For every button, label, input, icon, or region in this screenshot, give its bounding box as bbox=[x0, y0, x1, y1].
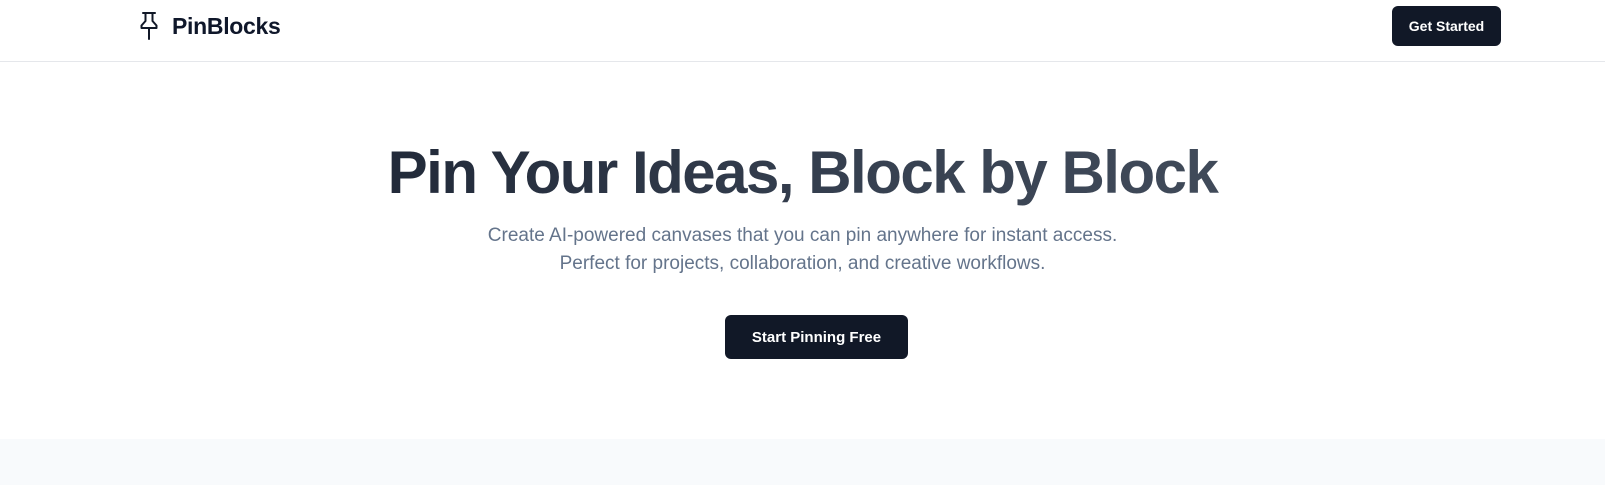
hero-subtitle-line-1: Create AI-powered canvases that you can … bbox=[487, 225, 1118, 246]
hero-subtitle-line-2: Perfect for projects, collaboration, and… bbox=[559, 253, 1046, 274]
get-started-button[interactable]: Get Started bbox=[1392, 6, 1501, 46]
hero-section: Pin Your Ideas, Block by Block Create AI… bbox=[0, 62, 1605, 439]
brand-logo[interactable]: PinBlocks bbox=[136, 10, 281, 42]
brand-name: PinBlocks bbox=[172, 12, 281, 39]
pin-icon bbox=[136, 10, 162, 42]
hero-title: Pin Your Ideas, Block by Block bbox=[0, 138, 1605, 208]
top-navbar: PinBlocks Get Started bbox=[0, 0, 1605, 62]
next-section bbox=[0, 439, 1605, 485]
start-pinning-free-button[interactable]: Start Pinning Free bbox=[725, 315, 908, 359]
